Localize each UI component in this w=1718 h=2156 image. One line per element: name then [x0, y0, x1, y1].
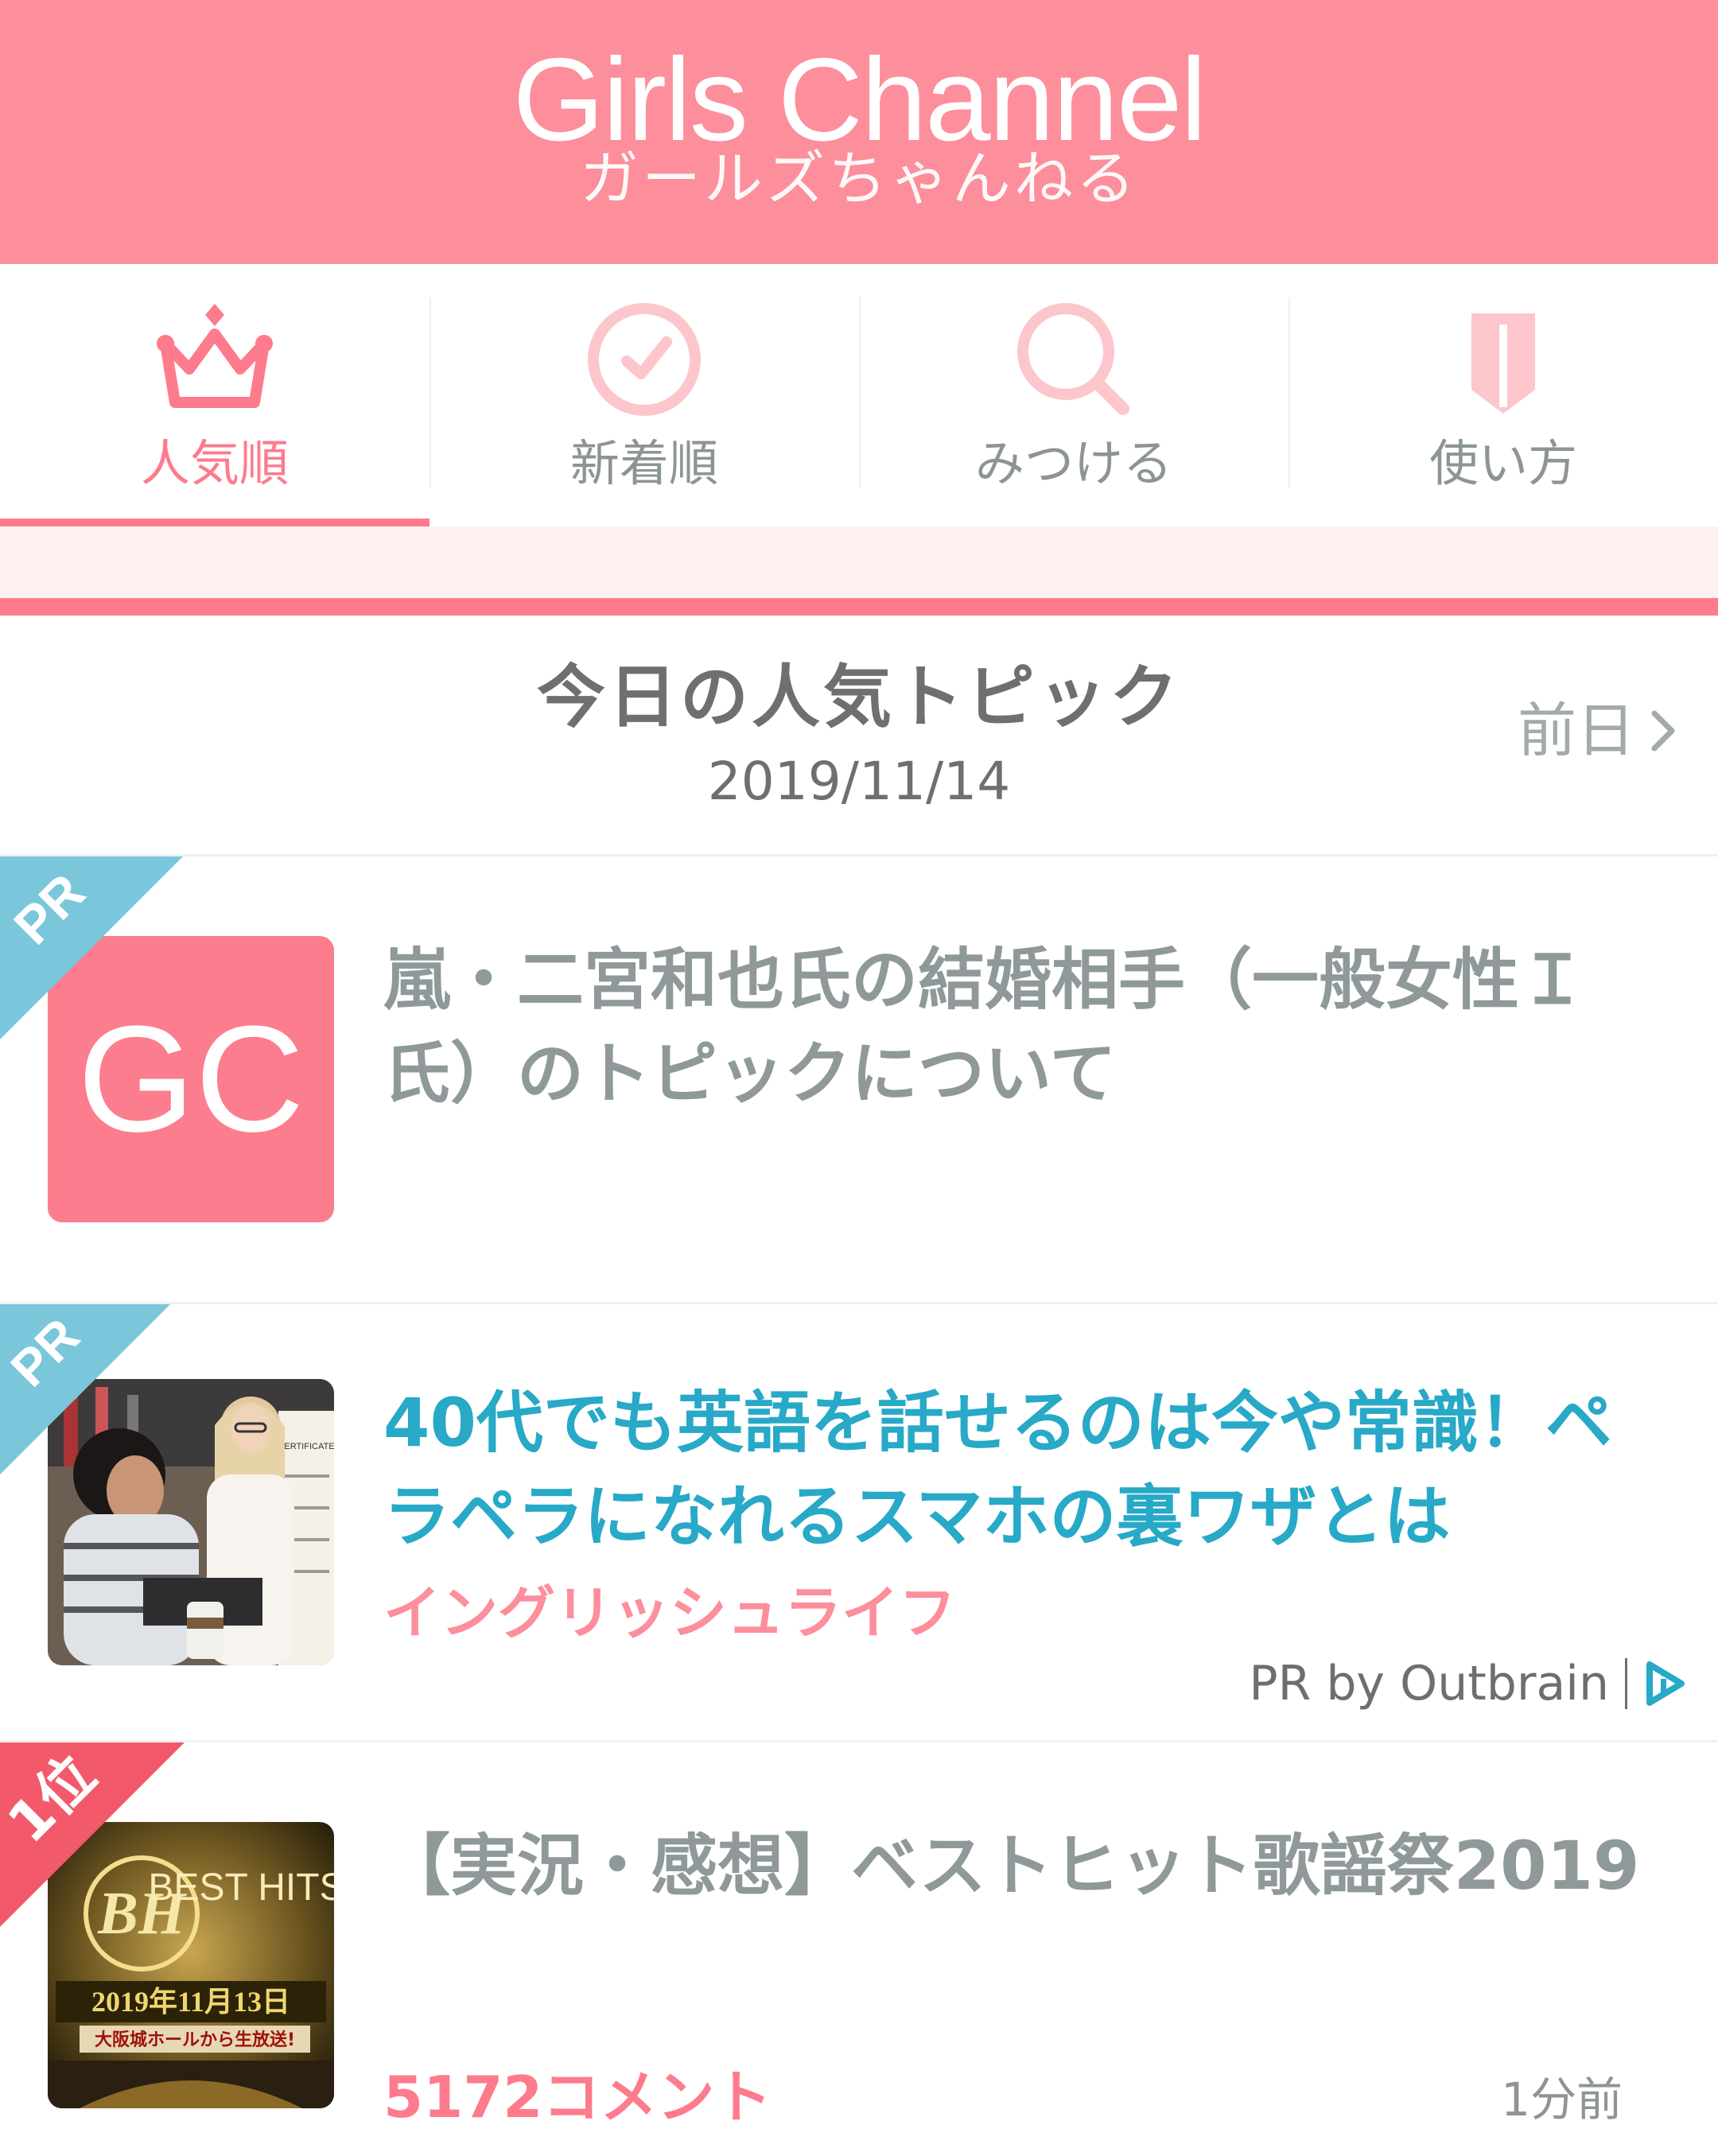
ad-title[interactable]: 40代でも英語を話せるのは今や常識！ペラペラになれるスマホの裏ワザとは: [383, 1376, 1662, 1564]
outbrain-label: PR by Outbrain: [1249, 1656, 1609, 1711]
topic-title[interactable]: 嵐・二宮和也氏の結婚相手（一般女性Ｉ氏）のトピックについて: [383, 933, 1662, 1121]
today-popular-header: 今日の人気トピック 2019/11/14 前日: [0, 616, 1718, 857]
section-date: 2019/11/14: [707, 751, 1011, 812]
chevron-right-icon: [1651, 710, 1675, 752]
banner-space: [0, 526, 1718, 598]
crown-icon: [157, 304, 273, 408]
pr-badge: PR: [0, 1304, 170, 1474]
divider-line: [0, 598, 1718, 616]
topic-row-pr[interactable]: GC PR 嵐・二宮和也氏の結婚相手（一般女性Ｉ氏）のトピックについて: [0, 857, 1718, 1304]
previous-day-link[interactable]: 前日: [1518, 701, 1678, 760]
thumb-text-date: 2019年11月13日: [91, 1986, 290, 2018]
thumb-text-live: 大阪城ホールから生放送!: [95, 2030, 295, 2050]
topic-title[interactable]: 【実況・感想】ベストヒット歌謡祭2019: [383, 1819, 1662, 1913]
tab-howto-label: 使い方: [1428, 434, 1577, 492]
main-nav: 人気順 新着順 みつける 使い方: [0, 264, 1718, 526]
tab-find[interactable]: みつける: [859, 264, 1288, 526]
previous-day-label: 前日: [1518, 697, 1635, 765]
rank-badge: 1位: [0, 1742, 185, 1927]
topic-row-rank-1[interactable]: BH BEST HITS 2019年11月13日 大阪城ホールから生放送! 1位…: [0, 1742, 1718, 2156]
logo-subtitle: ガールズちゃんねる: [580, 145, 1138, 213]
tab-popular-label: 人気順: [140, 434, 289, 492]
pr-badge: PR: [0, 857, 183, 1039]
section-title: 今日の人気トピック: [537, 658, 1181, 737]
tab-newest-label: 新着順: [569, 434, 718, 492]
separator: [1625, 1658, 1627, 1709]
site-header: Girls Channel ガールズちゃんねる: [0, 0, 1718, 264]
tab-newest[interactable]: 新着順: [430, 264, 859, 526]
tab-popular[interactable]: 人気順: [0, 264, 430, 526]
ad-row[interactable]: CERTIFICATE PR 40代でも英語を話せるのは今や常識！ペラペラになれ…: [0, 1304, 1718, 1742]
adchoices-icon[interactable]: [1643, 1661, 1686, 1706]
posted-time: 1分前: [1501, 2072, 1623, 2127]
search-icon: [1017, 303, 1129, 415]
clock-icon: [588, 303, 701, 416]
tab-howto[interactable]: 使い方: [1288, 264, 1718, 526]
ad-thumb-caption: CERTIFICATE: [278, 1442, 334, 1451]
ad-sponsor[interactable]: イングリッシュライフ: [383, 1584, 956, 1641]
comment-count[interactable]: 5172コメント: [383, 2069, 772, 2126]
logo-title[interactable]: Girls Channel: [0, 41, 1718, 159]
outbrain-attribution[interactable]: PR by Outbrain: [1249, 1658, 1686, 1709]
tab-find-label: みつける: [974, 434, 1172, 492]
book-icon: [1471, 313, 1535, 414]
